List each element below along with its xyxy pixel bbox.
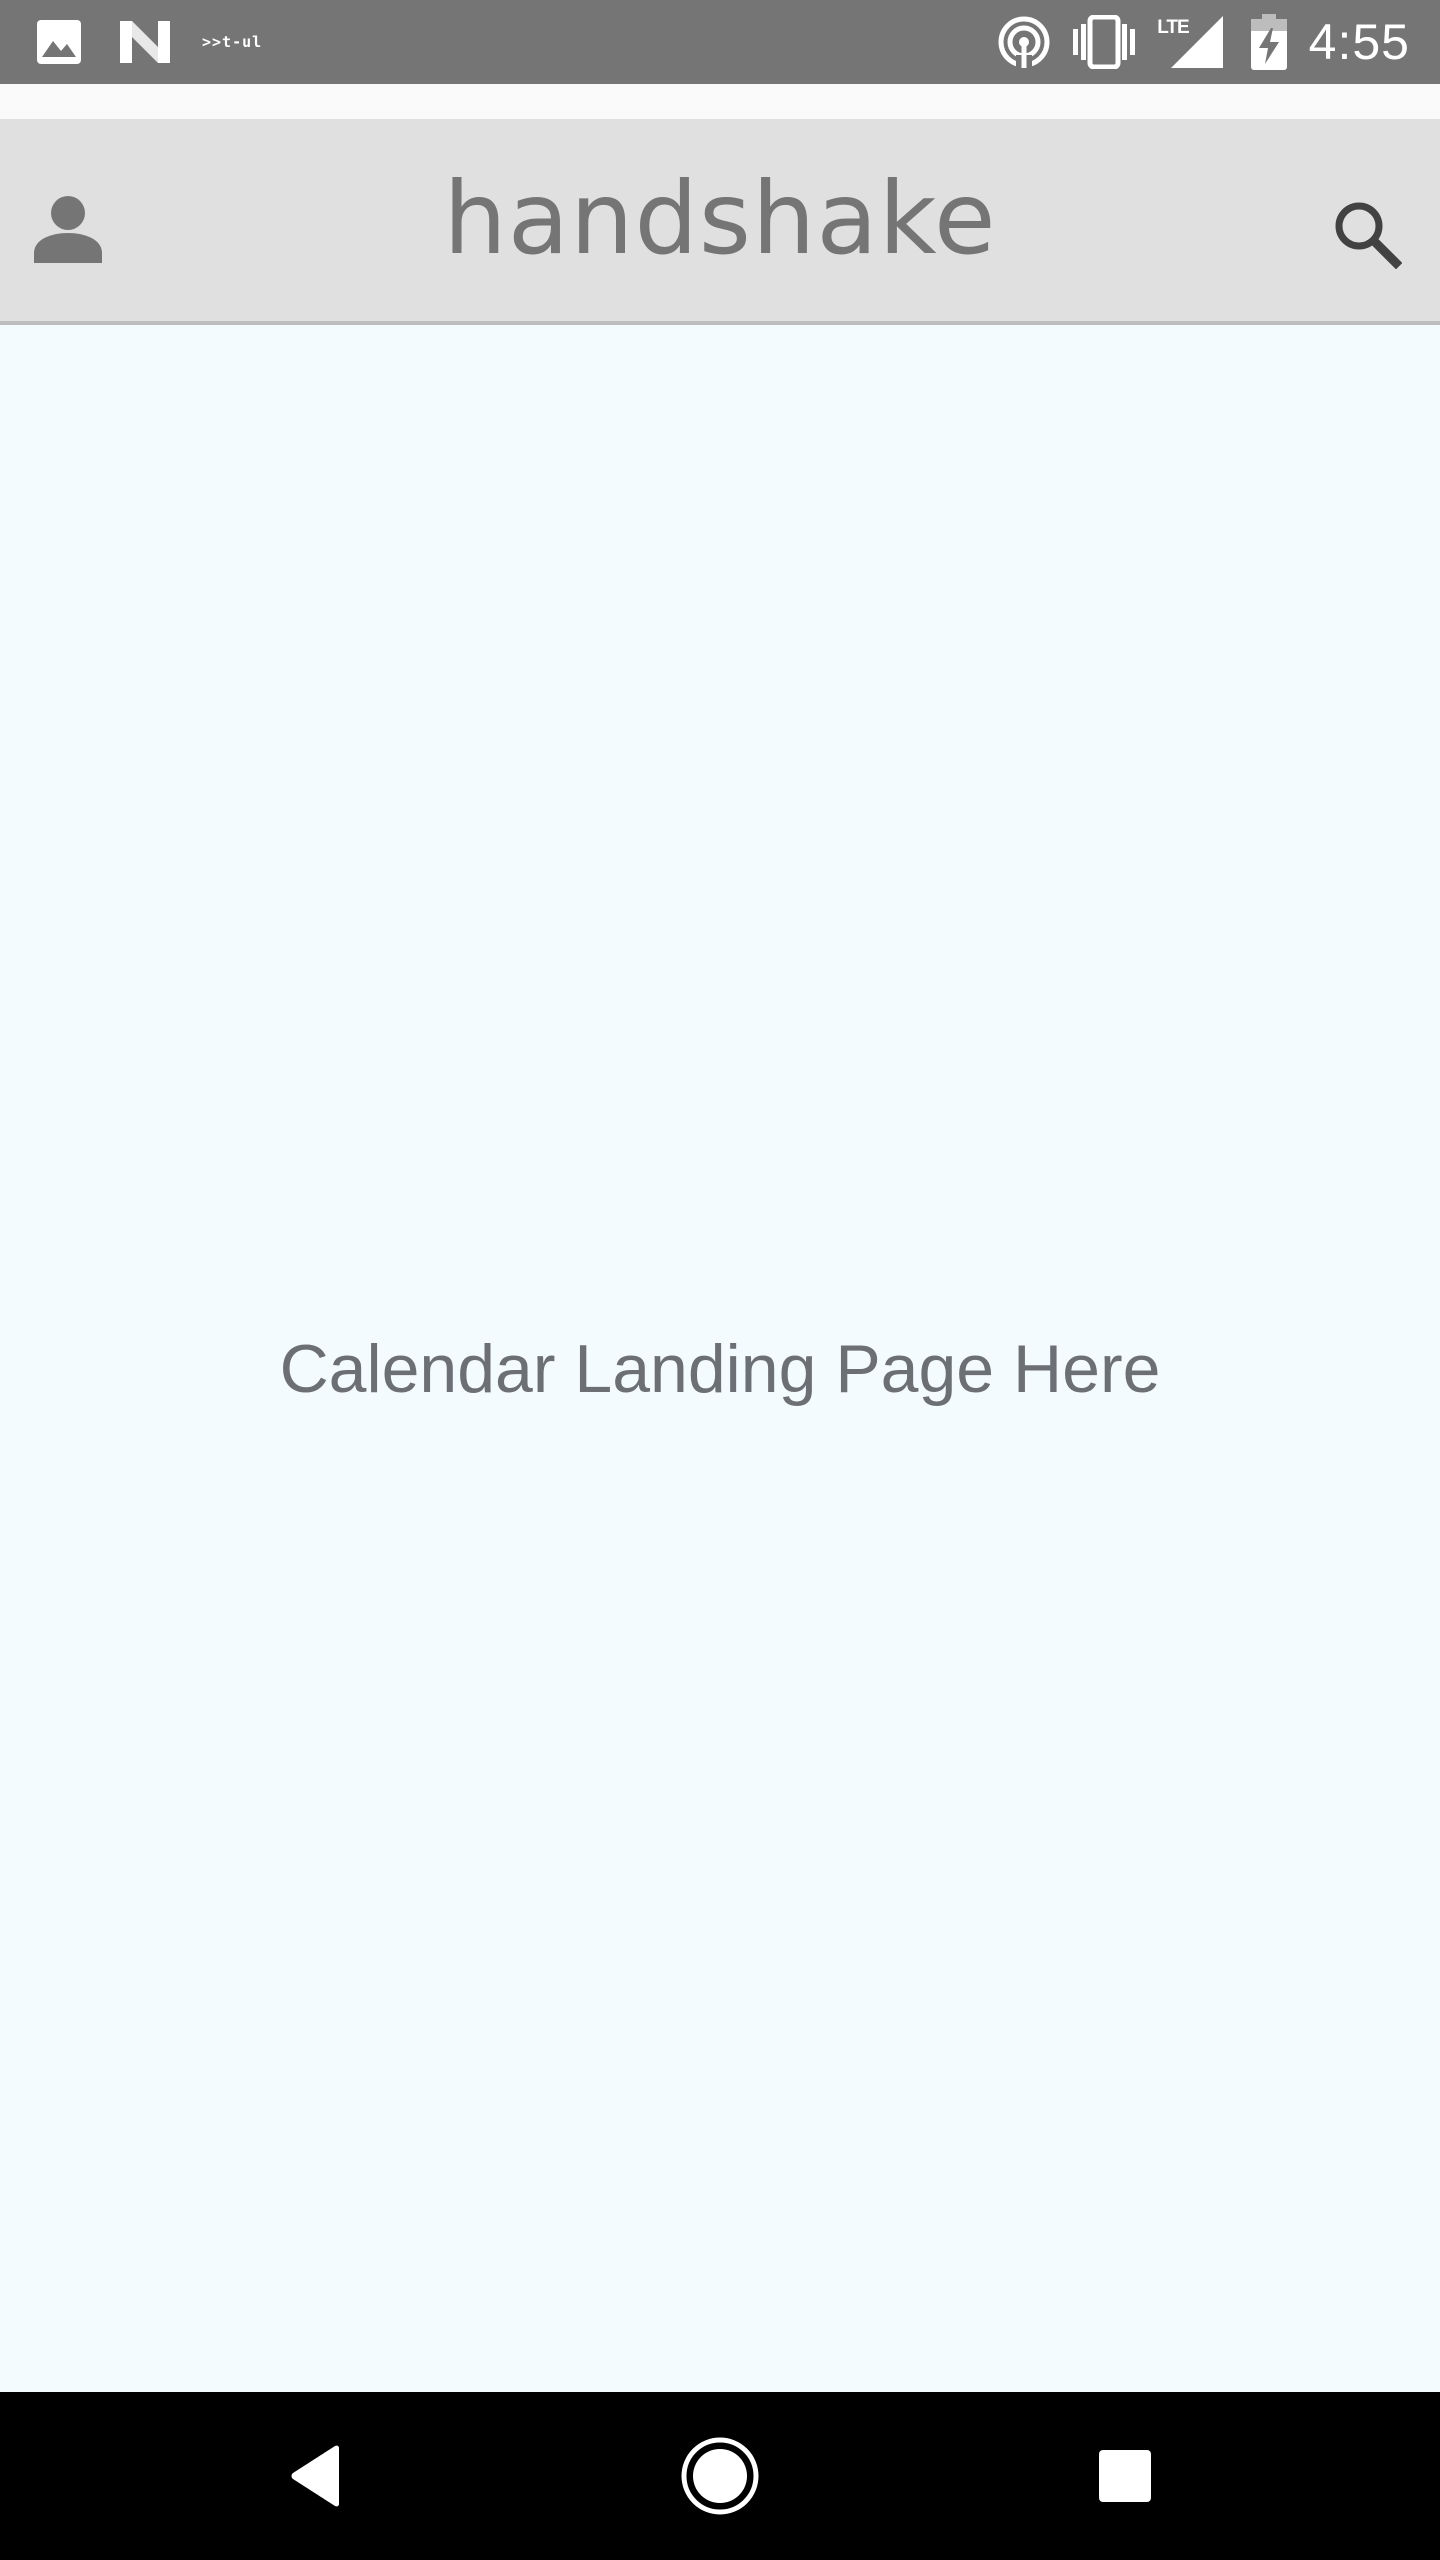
battery-charging-icon: [1250, 14, 1287, 70]
top-strip: [0, 84, 1440, 119]
app-screen: >>t-ul LTE 4:55 handshake Calendar Landi…: [0, 0, 1440, 2560]
search-button[interactable]: [1322, 189, 1412, 279]
back-button[interactable]: [215, 2392, 415, 2560]
image-icon: [37, 20, 81, 64]
nav-bar: [0, 2392, 1440, 2560]
home-icon: [681, 2437, 759, 2515]
search-icon: [1335, 202, 1402, 269]
debug-label: >>t-ul: [202, 33, 263, 51]
status-bar-left: >>t-ul: [36, 0, 262, 84]
main-content: Calendar Landing Page Here: [0, 325, 1440, 2392]
hotspot-icon: [998, 16, 1050, 69]
recents-button[interactable]: [1025, 2392, 1225, 2560]
vibrate-icon: [1073, 15, 1136, 69]
back-icon: [291, 2445, 339, 2507]
status-time: 4:55: [1308, 14, 1410, 70]
status-bar: >>t-ul LTE 4:55: [0, 0, 1440, 84]
lte-label: LTE: [1157, 17, 1190, 38]
recents-icon: [1099, 2450, 1151, 2502]
app-logo: handshake: [443, 160, 997, 277]
app-header: handshake: [0, 119, 1440, 325]
placeholder-text: Calendar Landing Page Here: [279, 1331, 1161, 1407]
home-button[interactable]: [620, 2392, 820, 2560]
n-logo-icon: [120, 21, 170, 63]
status-bar-right: LTE 4:55: [997, 0, 1410, 84]
